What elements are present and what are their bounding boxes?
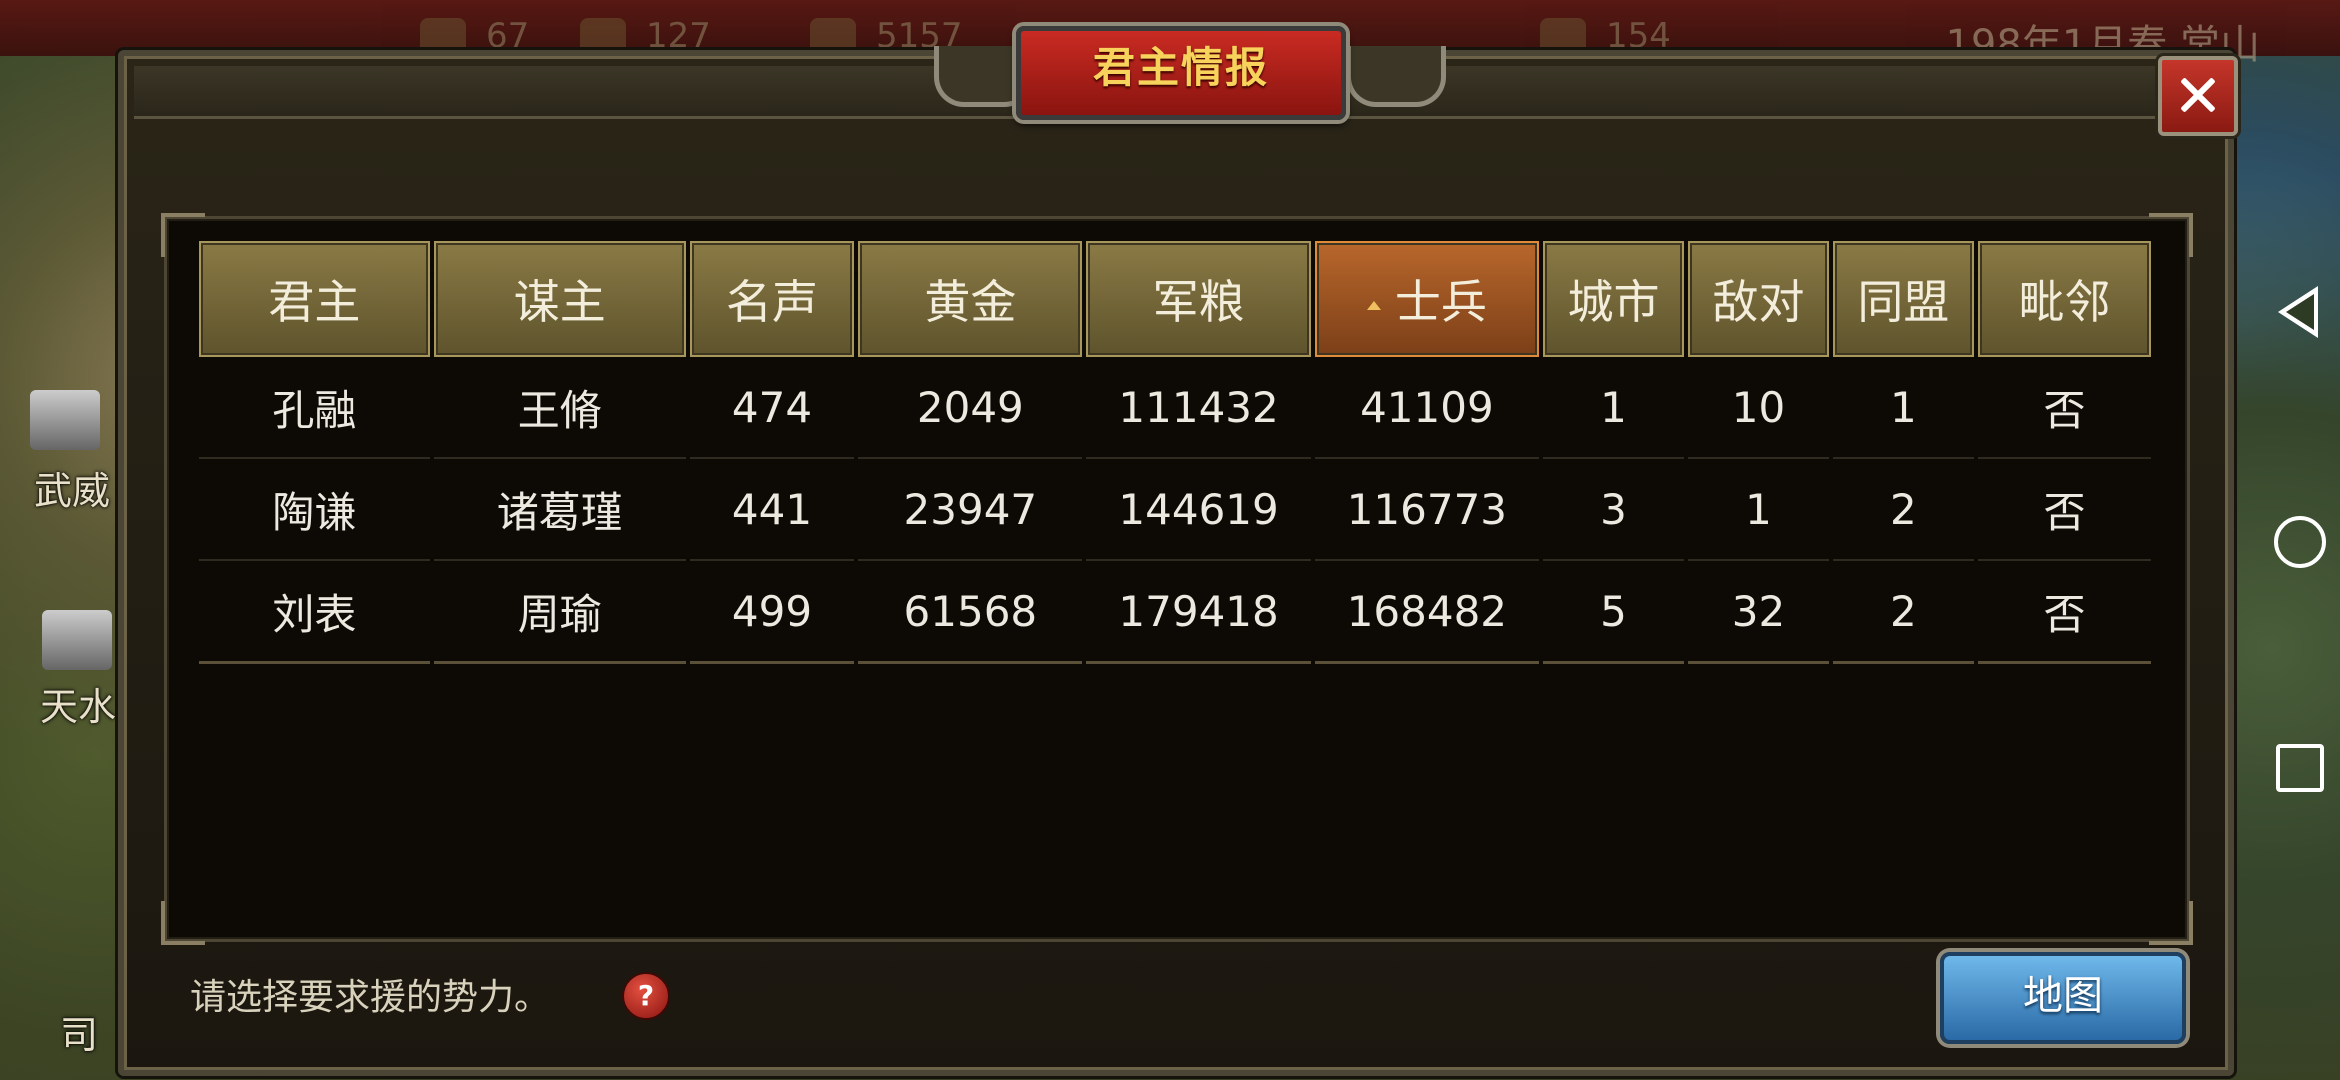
column-header-fame[interactable]: 名声 xyxy=(689,241,855,357)
cell-fame: 499 xyxy=(689,561,855,664)
cell-hostile: 10 xyxy=(1687,357,1829,459)
help-icon[interactable]: ? xyxy=(622,972,670,1020)
column-header-lord[interactable]: 君主 xyxy=(199,241,430,357)
cell-fame: 474 xyxy=(689,357,855,459)
cell-soldiers: 116773 xyxy=(1314,459,1539,561)
column-header-soldiers[interactable]: 士兵 xyxy=(1314,241,1539,357)
table-row[interactable]: 陶谦 诸葛瑾 441 23947 144619 116773 3 1 2 否 xyxy=(199,459,2151,561)
column-header-cities[interactable]: 城市 xyxy=(1543,241,1684,357)
column-header-gold[interactable]: 黄金 xyxy=(858,241,1083,357)
table-row[interactable]: 刘表 周瑜 499 61568 179418 168482 5 32 2 否 xyxy=(199,561,2151,664)
cell-lord: 刘表 xyxy=(199,561,430,664)
cell-advisor: 王脩 xyxy=(433,357,686,459)
column-header-alliance[interactable]: 同盟 xyxy=(1832,241,1974,357)
corner-ornament xyxy=(161,901,205,945)
lord-info-dialog: 君主情报 君主 谋主 名声 黄金 军粮 士兵 城市 敌对 同盟 毗邻 孔融 王脩… xyxy=(118,26,2238,1076)
title-ornament xyxy=(1346,46,1446,107)
cell-gold: 61568 xyxy=(858,561,1083,664)
map-button[interactable]: 地图 xyxy=(1940,952,2186,1044)
close-button[interactable] xyxy=(2158,56,2238,136)
cell-food: 144619 xyxy=(1086,459,1311,561)
column-header-food[interactable]: 军粮 xyxy=(1086,241,1311,357)
column-header-adjacent[interactable]: 毗邻 xyxy=(1977,241,2151,357)
map-city-label[interactable]: 天水 xyxy=(40,676,116,731)
cell-gold: 23947 xyxy=(858,459,1083,561)
cell-adjacent: 否 xyxy=(1977,561,2151,664)
cell-lord: 孔融 xyxy=(199,357,430,459)
system-nav-bar xyxy=(2260,0,2340,1080)
column-header-advisor[interactable]: 谋主 xyxy=(433,241,686,357)
corner-ornament xyxy=(2149,901,2193,945)
cell-alliance: 1 xyxy=(1832,357,1974,459)
lord-table-panel: 君主 谋主 名声 黄金 军粮 士兵 城市 敌对 同盟 毗邻 孔融 王脩 474 xyxy=(161,213,2193,945)
city-building-icon[interactable] xyxy=(30,390,100,450)
dialog-title: 君主情报 xyxy=(1092,43,1269,92)
cell-adjacent: 否 xyxy=(1977,357,2151,459)
table-row[interactable]: 孔融 王脩 474 2049 111432 41109 1 10 1 否 xyxy=(199,357,2151,459)
lord-table: 君主 谋主 名声 黄金 军粮 士兵 城市 敌对 同盟 毗邻 孔融 王脩 474 xyxy=(195,241,2155,664)
cell-hostile: 32 xyxy=(1687,561,1829,664)
cell-hostile: 1 xyxy=(1687,459,1829,561)
cell-gold: 2049 xyxy=(858,357,1083,459)
cell-soldiers: 168482 xyxy=(1314,561,1539,664)
cell-advisor: 周瑜 xyxy=(433,561,686,664)
corner-ornament xyxy=(2149,213,2193,257)
table-header-row: 君主 谋主 名声 黄金 军粮 士兵 城市 敌对 同盟 毗邻 xyxy=(199,241,2151,357)
cell-cities: 3 xyxy=(1543,459,1684,561)
cell-food: 179418 xyxy=(1086,561,1311,664)
dialog-title-plate: 君主情报 xyxy=(1016,26,1346,120)
cell-alliance: 2 xyxy=(1832,561,1974,664)
back-icon[interactable] xyxy=(2278,286,2318,338)
column-header-hostile[interactable]: 敌对 xyxy=(1687,241,1829,357)
cell-advisor: 诸葛瑾 xyxy=(433,459,686,561)
cell-food: 111432 xyxy=(1086,357,1311,459)
cell-cities: 1 xyxy=(1543,357,1684,459)
cell-soldiers: 41109 xyxy=(1314,357,1539,459)
map-city-label[interactable]: 司 xyxy=(60,1004,98,1059)
selection-hint: 请选择要求援的势力。 xyxy=(190,977,551,1018)
cell-alliance: 2 xyxy=(1832,459,1974,561)
map-city-label[interactable]: 武威 xyxy=(34,460,110,515)
sort-ascending-icon xyxy=(1366,301,1381,310)
cell-adjacent: 否 xyxy=(1977,459,2151,561)
cell-fame: 441 xyxy=(689,459,855,561)
cell-cities: 5 xyxy=(1543,561,1684,664)
city-building-icon[interactable] xyxy=(42,610,112,670)
cell-lord: 陶谦 xyxy=(199,459,430,561)
home-icon[interactable] xyxy=(2274,516,2326,568)
recent-apps-icon[interactable] xyxy=(2276,744,2324,792)
